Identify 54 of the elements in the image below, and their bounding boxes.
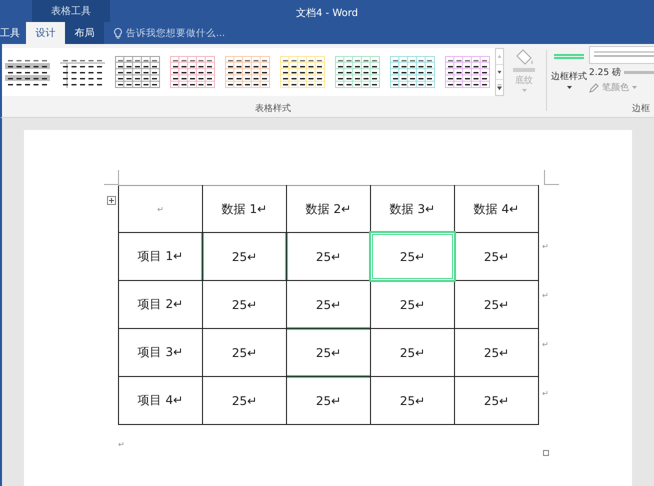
contextual-tab-group: 表格工具 <box>32 0 110 22</box>
table-cell: 25↵ <box>454 328 538 376</box>
lightbulb-icon <box>114 28 122 38</box>
table-cell: 25↵ <box>370 328 454 376</box>
table-cell: 25↵ <box>454 376 538 424</box>
border-styles-button[interactable]: 边框样式 <box>549 54 589 89</box>
tell-me-field[interactable]: 告诉我您想要做什么... <box>126 26 226 40</box>
caret-icon <box>566 86 572 89</box>
table-cell: 25↵ <box>286 328 370 376</box>
group-label: 表格样式 <box>255 102 291 114</box>
row-end-mark: ↵ <box>542 242 549 253</box>
table-style-thumbnail[interactable] <box>225 56 270 88</box>
group-label: 边框 <box>632 102 650 114</box>
paragraph-mark: ↵ <box>118 440 126 449</box>
table-cell: 项目 1↵ <box>118 232 202 280</box>
table-cell: 25↵ <box>286 376 370 424</box>
header-cell: 数据 2↵ <box>286 186 370 232</box>
line-weight-dropdown[interactable]: 2.25 磅 <box>589 66 621 79</box>
row-end-mark: ↵ <box>542 340 549 351</box>
table-cell: 25↵ <box>286 280 370 328</box>
pen-icon <box>589 82 599 92</box>
border-line-icon <box>554 54 584 59</box>
row-end-mark: ↵ <box>542 291 549 302</box>
line-sample-icon <box>624 71 654 74</box>
table-cell: 25↵ <box>454 232 538 280</box>
table-resize-handle-icon[interactable] <box>543 450 549 456</box>
ribbon-tab[interactable]: 设计 <box>26 22 65 44</box>
header-cell: 数据 3↵ <box>370 186 454 232</box>
table-style-thumbnail[interactable] <box>445 56 490 88</box>
header-cell: ↵ <box>118 186 202 232</box>
table-move-handle-icon[interactable] <box>107 196 116 205</box>
row-end-mark: ↵ <box>542 389 549 400</box>
table-cell: 项目 4↵ <box>118 376 202 424</box>
header-cell: 数据 1↵ <box>202 186 286 232</box>
table-cell: 25↵ <box>202 328 286 376</box>
table-style-thumbnail[interactable] <box>335 56 380 88</box>
paint-bucket-icon <box>513 48 535 72</box>
table-cell: 25↵ <box>202 280 286 328</box>
table-style-thumbnail[interactable] <box>390 56 435 88</box>
table-style-thumbnail[interactable] <box>170 56 215 88</box>
table-cell: 项目 2↵ <box>118 280 202 328</box>
window-title: 文档4 - Word <box>296 8 358 19</box>
table-cell: 25↵ <box>202 232 286 280</box>
ribbon-tab[interactable]: 布局 <box>65 22 104 44</box>
table-cell: 25↵ <box>370 232 454 280</box>
table-cell: 25↵ <box>370 280 454 328</box>
header-cell: 数据 4↵ <box>454 186 538 232</box>
table-cell: 项目 3↵ <box>118 328 202 376</box>
table-style-thumbnail[interactable] <box>115 56 160 88</box>
caret-icon <box>632 86 637 89</box>
table-cell: 25↵ <box>370 376 454 424</box>
table-cell: 25↵ <box>202 376 286 424</box>
caret-icon <box>522 89 526 92</box>
table-cell: 25↵ <box>454 280 538 328</box>
